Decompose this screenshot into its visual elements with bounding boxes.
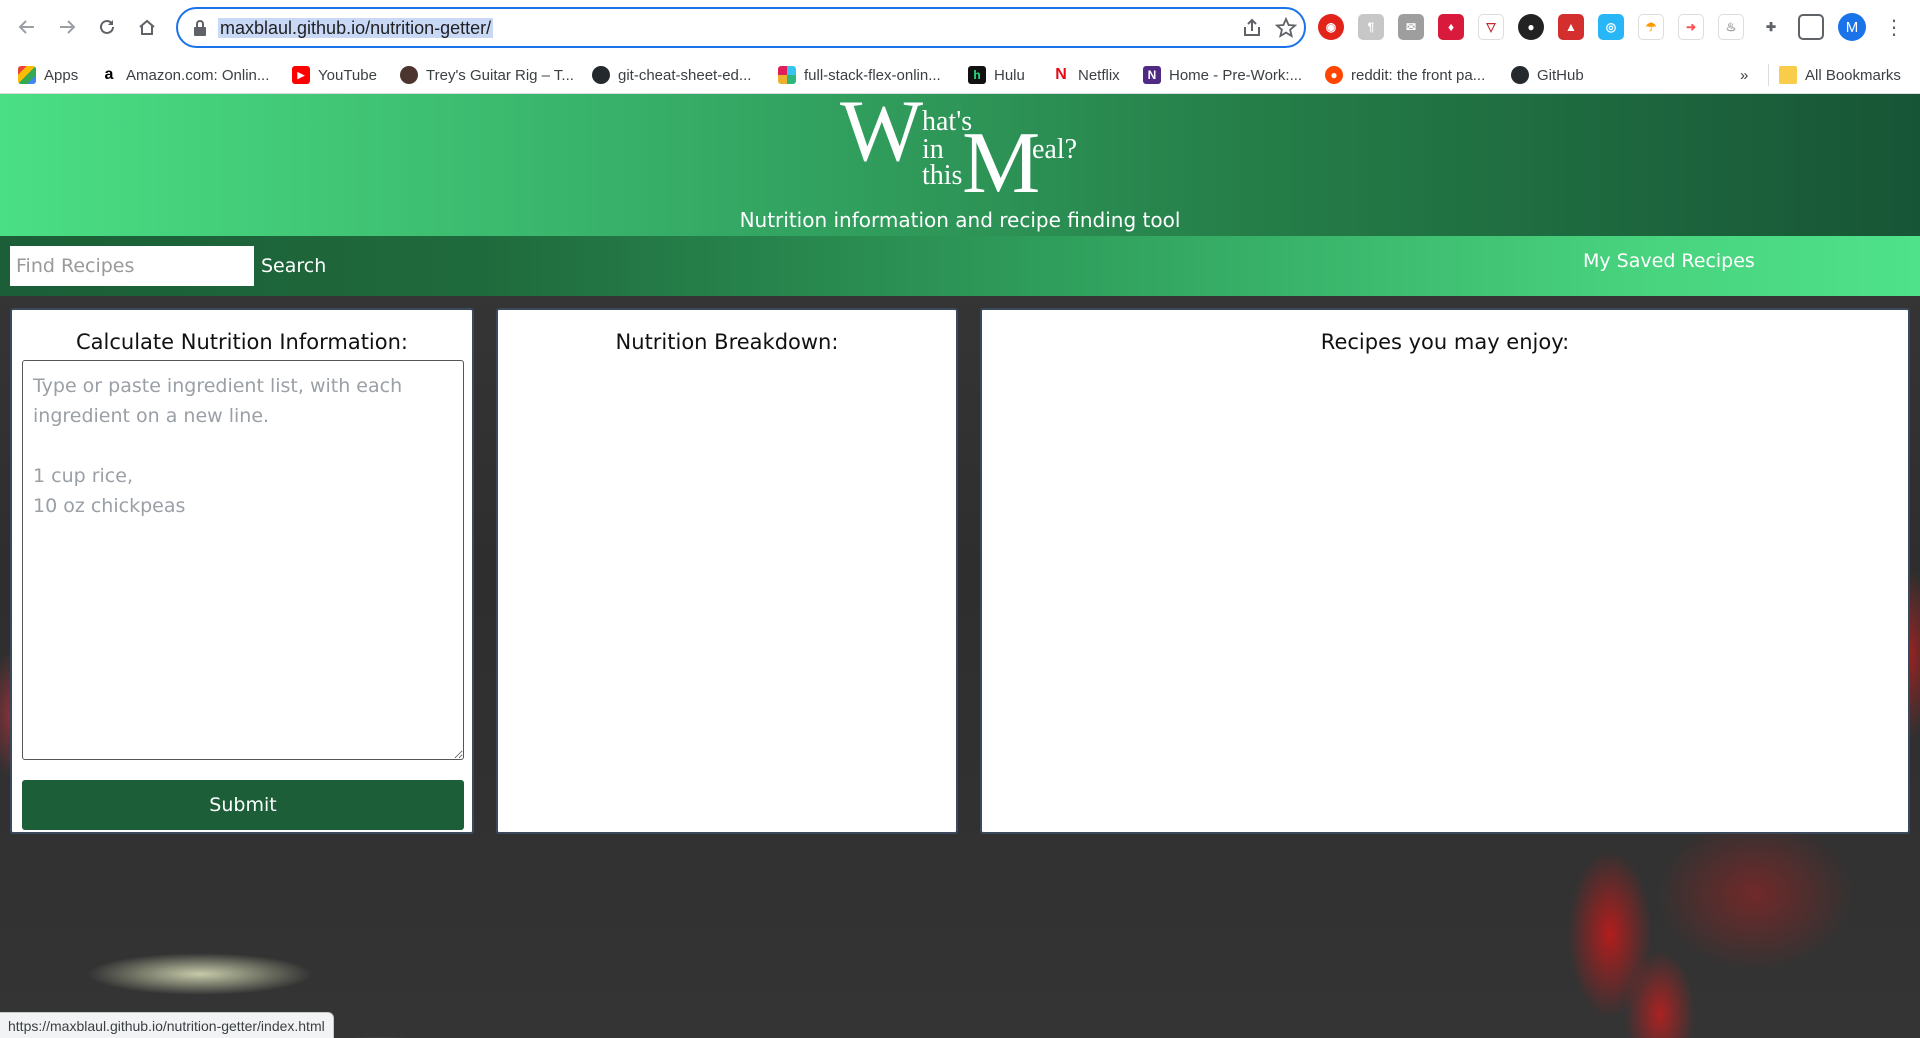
bookmark-label: Home - Pre-Work:... (1169, 66, 1303, 84)
github-icon (592, 66, 610, 84)
my-saved-recipes-link[interactable]: My Saved Recipes (1583, 246, 1755, 276)
forward-icon[interactable] (52, 12, 82, 42)
arrow-extension-icon[interactable]: ➜ (1678, 14, 1704, 40)
notion-icon: N (1143, 66, 1161, 84)
logo-letter-m: M (962, 115, 1041, 212)
bookmark-netflix[interactable]: N Netflix (1052, 64, 1120, 86)
panel-title: Recipes you may enjoy: (1320, 330, 1570, 354)
puzzle-extensions-icon[interactable]: ✚ (1758, 14, 1784, 40)
bookmarks-overflow-button[interactable]: » (1740, 64, 1748, 86)
bookmark-label: Apps (44, 66, 79, 84)
submit-button[interactable]: Submit (22, 780, 464, 830)
cup-extension-icon[interactable]: ▽ (1478, 14, 1504, 40)
star-icon[interactable] (1275, 17, 1297, 39)
url-path: /nutrition-getter/ (365, 18, 492, 38)
back-icon[interactable] (12, 12, 42, 42)
bookmark-label: GitHub (1537, 66, 1584, 84)
panel-title: Calculate Nutrition Information: (75, 330, 408, 354)
chat-extension-icon[interactable]: ✉ (1398, 14, 1424, 40)
logo-word-this: this (922, 160, 963, 191)
bookmark-reddit[interactable]: ● reddit: the front pa... (1325, 64, 1485, 86)
pdf-extension-icon[interactable]: ▲ (1558, 14, 1584, 40)
bookmark-youtube[interactable]: ▶ YouTube (292, 64, 377, 86)
bookmark-label: Amazon.com: Onlin... (126, 66, 270, 84)
flame-extension-icon[interactable]: ♨ (1718, 14, 1744, 40)
screenshot-extension-icon[interactable]: ◎ (1598, 14, 1624, 40)
apps-grid-icon (18, 66, 36, 84)
rainbow-extension-icon[interactable]: ☂ (1638, 14, 1664, 40)
url-text[interactable]: maxblaul.github.io/nutrition-getter/ (218, 17, 494, 39)
search-button[interactable]: Search (261, 248, 326, 284)
bookmark-pre-work[interactable]: N Home - Pre-Work:... (1143, 64, 1302, 86)
profile-avatar[interactable]: M (1838, 13, 1866, 41)
bookmark-amazon[interactable]: a Amazon.com: Onlin... (100, 64, 269, 86)
folder-icon (1779, 66, 1797, 84)
menu-kebab-icon[interactable]: ⋮ (1884, 14, 1904, 40)
hulu-icon: h (968, 66, 986, 84)
adblock-extension-icon[interactable]: ◉ (1318, 14, 1344, 40)
lock-icon[interactable] (192, 19, 208, 37)
all-bookmarks-button[interactable]: All Bookmarks (1768, 64, 1901, 86)
address-bar[interactable]: maxblaul.github.io/nutrition-getter/ (176, 7, 1306, 48)
panel-title: Nutrition Breakdown: (615, 330, 839, 354)
bookmark-full-stack-flex[interactable]: full-stack-flex-onlin... (778, 64, 941, 86)
find-recipes-input[interactable] (10, 246, 254, 286)
guitar-site-icon (400, 66, 418, 84)
nutrition-breakdown-panel: Nutrition Breakdown: (496, 308, 958, 834)
bookmark-label: reddit: the front pa... (1351, 66, 1486, 84)
url-domain: maxblaul.github.io (220, 18, 366, 38)
youtube-icon: ▶ (292, 66, 310, 84)
bookmark-label: Netflix (1078, 66, 1120, 84)
globe-extension-icon[interactable]: ● (1518, 14, 1544, 40)
bookmark-label: Hulu (994, 66, 1025, 84)
side-panel-icon[interactable] (1798, 14, 1824, 40)
hero-header: W hat's in this M eal? Nutrition informa… (0, 94, 1920, 236)
reddit-icon: ● (1325, 66, 1343, 84)
bookmark-label: Trey's Guitar Rig – T... (426, 66, 574, 84)
bookmark-git-cheat-sheet[interactable]: git-cheat-sheet-ed... (592, 64, 751, 86)
share-icon[interactable] (1241, 17, 1263, 39)
bookmark-apps[interactable]: Apps (18, 64, 78, 86)
logo-word-eal: eal? (1032, 134, 1078, 165)
extension-gray-icon[interactable]: ¶ (1358, 14, 1384, 40)
bookmark-github[interactable]: GitHub (1511, 64, 1584, 86)
search-navbar: Search My Saved Recipes (0, 236, 1920, 296)
browser-toolbar: maxblaul.github.io/nutrition-getter/ ◉ ¶… (0, 0, 1920, 55)
ingredient-list-textarea[interactable] (22, 360, 464, 760)
logo-letter-w: W (840, 94, 924, 180)
github-icon (1511, 66, 1529, 84)
bookmark-label: YouTube (318, 66, 377, 84)
bookmark-label: full-stack-flex-onlin... (804, 66, 941, 84)
page-background: W hat's in this M eal? Nutrition informa… (0, 94, 1920, 1038)
bookmark-hulu[interactable]: h Hulu (968, 64, 1025, 86)
bookmark-treys-guitar-rig[interactable]: Trey's Guitar Rig – T... (400, 64, 574, 86)
extensions-row: ◉ ¶ ✉ ♦ ▽ ● ▲ ◎ ☂ ➜ ♨ ✚ (1318, 14, 1824, 40)
reload-icon[interactable] (92, 12, 122, 42)
bookmarks-bar: Apps a Amazon.com: Onlin... ▶ YouTube Tr… (0, 55, 1920, 94)
shield-extension-icon[interactable]: ♦ (1438, 14, 1464, 40)
recipes-panel: Recipes you may enjoy: (980, 308, 1910, 834)
netflix-icon: N (1052, 66, 1070, 84)
status-bar-url: https://maxblaul.github.io/nutrition-get… (0, 1012, 334, 1038)
home-icon[interactable] (132, 12, 162, 42)
amazon-icon: a (100, 66, 118, 84)
bookmark-label: git-cheat-sheet-ed... (618, 66, 752, 84)
site-tagline: Nutrition information and recipe finding… (739, 208, 1181, 232)
calculate-nutrition-panel: Calculate Nutrition Information: Submit (10, 308, 474, 834)
slack-icon (778, 66, 796, 84)
site-logo[interactable]: W hat's in this M eal? (836, 94, 1086, 212)
bookmark-label: All Bookmarks (1805, 66, 1901, 84)
